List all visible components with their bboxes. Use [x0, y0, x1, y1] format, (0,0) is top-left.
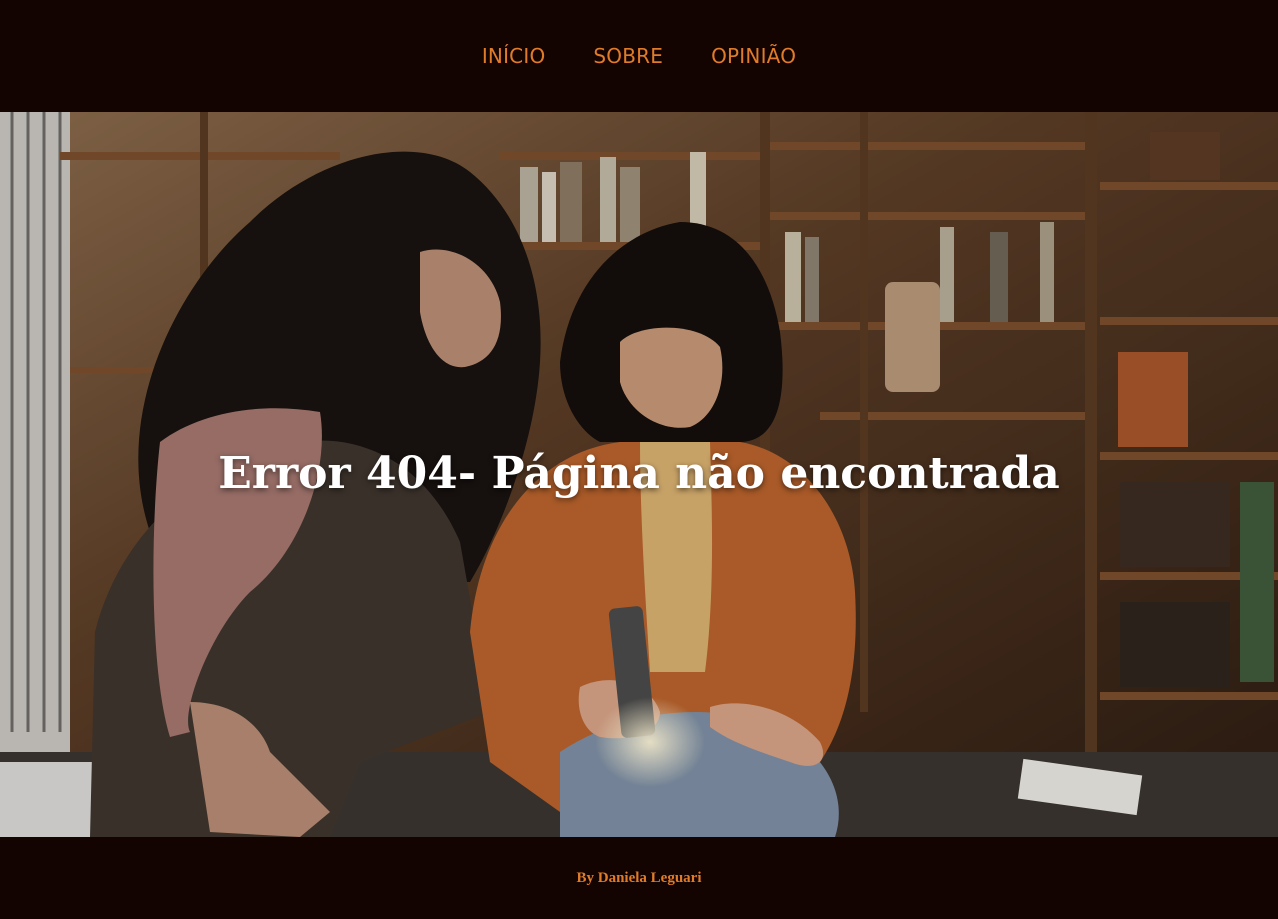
nav-link-inicio[interactable]: INÍCIO	[482, 44, 546, 68]
footer: By Daniela Leguari	[0, 837, 1278, 919]
nav-link-sobre[interactable]: SOBRE	[593, 44, 663, 68]
hero-section: Error 404- Página não encontrada	[0, 112, 1278, 837]
top-navigation: INÍCIO SOBRE OPINIÃO	[0, 0, 1278, 112]
page: INÍCIO SOBRE OPINIÃO Error 404- Página n…	[0, 0, 1278, 919]
error-title: Error 404- Página não encontrada	[218, 448, 1060, 499]
author-credit: By Daniela Leguari	[576, 869, 702, 886]
nav-link-opiniao[interactable]: OPINIÃO	[711, 44, 796, 68]
